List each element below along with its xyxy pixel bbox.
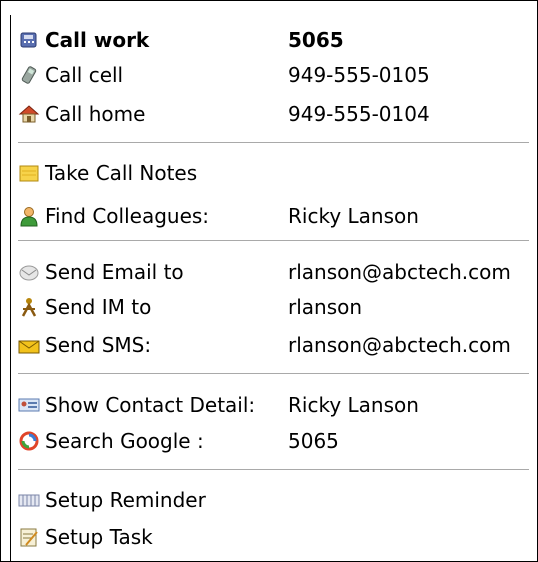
menu-item-label: Setup Reminder (45, 488, 206, 512)
menu-item-label: Take Call Notes (45, 161, 198, 185)
menu-item-call-home[interactable]: Call home (18, 99, 145, 129)
menu-item-take-call-notes[interactable]: Take Call Notes (18, 158, 197, 188)
menu-item-value: 949-555-0104 (288, 102, 430, 126)
menu-separator (18, 240, 529, 241)
menu-item-label: Call home (45, 102, 146, 126)
menu-item-value: 5065 (288, 429, 339, 453)
menu-left-border (10, 15, 11, 561)
menu-item-label: Find Colleagues: (45, 204, 210, 228)
menu-item-label: Call cell (45, 63, 124, 87)
menu-separator (18, 142, 529, 143)
menu-item-setup-reminder[interactable]: Setup Reminder (18, 485, 206, 515)
menu-item-label: Search Google : (45, 429, 204, 453)
im-buddy-icon (18, 296, 40, 318)
menu-item-find-colleagues[interactable]: Find Colleagues: (18, 201, 209, 231)
google-swirl-icon (18, 430, 40, 452)
contact-card-icon (18, 394, 40, 416)
menu-item-search-google[interactable]: Search Google : (18, 426, 204, 456)
notepad-icon (18, 162, 40, 184)
menu-item-label: Send SMS: (45, 333, 152, 357)
menu-item-value: rlanson (288, 295, 363, 319)
menu-item-value: rlanson@abctech.com (288, 260, 511, 284)
menu-separator (18, 373, 529, 374)
menu-item-call-work[interactable]: Call work (18, 25, 149, 55)
menu-item-call-cell[interactable]: Call cell (18, 60, 123, 90)
menu-item-value: 949-555-0105 (288, 63, 430, 87)
menu-item-label: Send Email to (45, 260, 184, 284)
task-pad-icon (18, 526, 40, 548)
house-icon (18, 103, 40, 125)
envelope-icon (18, 334, 40, 356)
email-icon (18, 261, 40, 283)
menu-item-label: Setup Task (45, 525, 153, 549)
context-menu: Call work 5065 Call cell 949-555-0105 Ca… (0, 0, 538, 562)
mobile-phone-icon (18, 64, 40, 86)
menu-item-label: Call work (45, 28, 150, 52)
menu-item-send-im[interactable]: Send IM to (18, 292, 151, 322)
menu-item-value: 5065 (288, 28, 344, 52)
menu-item-value: Ricky Lanson (288, 393, 419, 417)
menu-item-show-contact-detail[interactable]: Show Contact Detail: (18, 390, 255, 420)
menu-separator (18, 469, 529, 470)
menu-item-send-email[interactable]: Send Email to (18, 257, 184, 287)
calendar-icon (18, 489, 40, 511)
menu-item-value: rlanson@abctech.com (288, 333, 511, 357)
menu-item-label: Show Contact Detail: (45, 393, 256, 417)
menu-item-value: Ricky Lanson (288, 204, 419, 228)
menu-item-setup-task[interactable]: Setup Task (18, 522, 153, 552)
person-icon (18, 205, 40, 227)
menu-item-label: Send IM to (45, 295, 152, 319)
menu-item-send-sms[interactable]: Send SMS: (18, 330, 151, 360)
desk-phone-icon (18, 29, 40, 51)
